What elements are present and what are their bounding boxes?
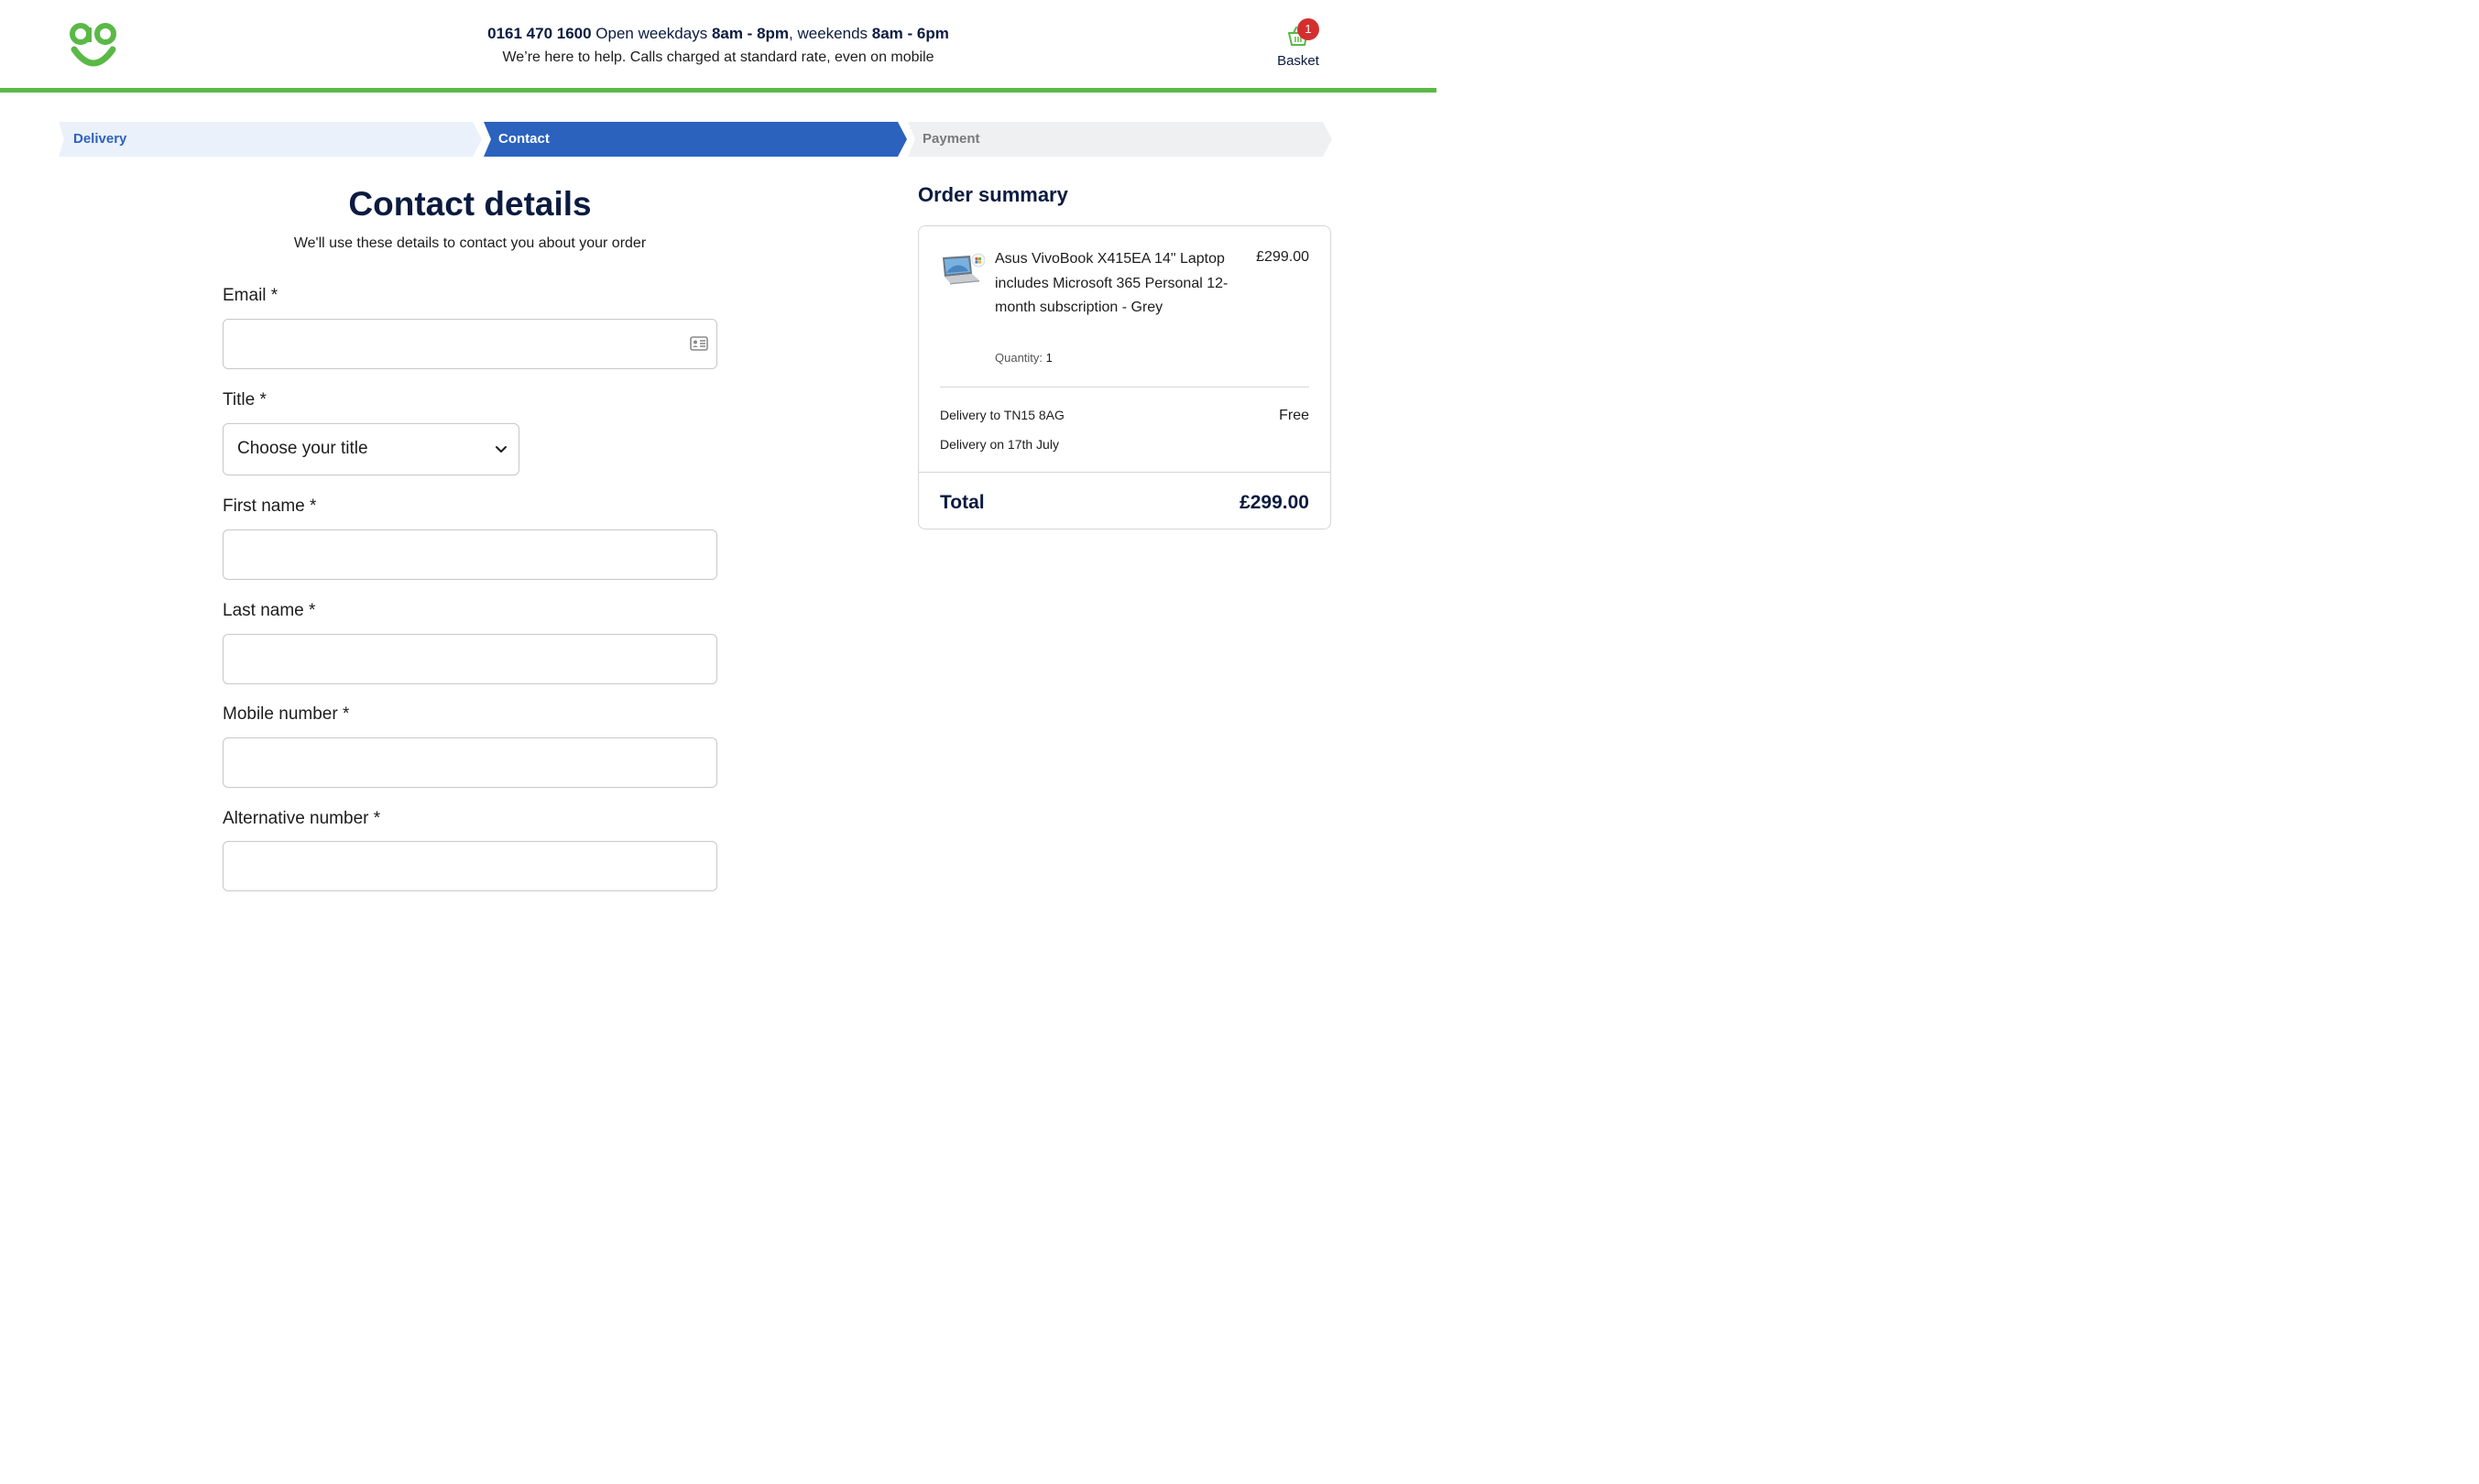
- mobile-number-field[interactable]: [223, 737, 717, 788]
- laptop-thumbnail-icon[interactable]: [939, 252, 985, 287]
- opening-hours: 0161 470 1600 Open weekdays 8am - 8pm, w…: [487, 25, 949, 42]
- total-value: £299.00: [1240, 492, 1309, 513]
- step-payment: Payment: [908, 122, 1332, 157]
- contact-card-icon[interactable]: [690, 335, 708, 352]
- alternative-number-field[interactable]: [223, 841, 717, 891]
- product-price: £299.00: [1256, 249, 1309, 265]
- contact-info: 0161 470 1600 Open weekdays 8am - 8pm, w…: [0, 24, 1436, 68]
- basket-count-badge: 1: [1297, 18, 1319, 40]
- first-name-label: First name *: [223, 496, 317, 516]
- checkout-progress: Delivery Contact Payment: [59, 122, 1332, 157]
- total-label: Total: [940, 492, 985, 513]
- basket-button[interactable]: 1 Basket: [1270, 18, 1327, 73]
- order-summary-heading: Order summary: [918, 183, 1068, 206]
- phone-number[interactable]: 0161 470 1600: [487, 25, 591, 42]
- title-select[interactable]: Choose your title: [223, 423, 519, 475]
- order-summary-card: Asus VivoBook X415EA 14" Laptop includes…: [918, 225, 1331, 529]
- email-label: Email *: [223, 286, 278, 305]
- mobile-number-label: Mobile number *: [223, 704, 350, 724]
- delivery-date: Delivery on 17th July: [940, 437, 1059, 452]
- quantity: Quantity: 1: [995, 351, 1053, 365]
- basket-label: Basket: [1277, 53, 1319, 69]
- help-text: We’re here to help. Calls charged at sta…: [502, 49, 934, 65]
- delivery-postcode: Delivery to TN15 8AG: [940, 408, 1065, 422]
- product-name[interactable]: Asus VivoBook X415EA 14" Laptop includes…: [995, 247, 1233, 321]
- site-header: 0161 470 1600 Open weekdays 8am - 8pm, w…: [0, 0, 1436, 93]
- alternative-number-label: Alternative number *: [223, 809, 381, 828]
- first-name-field[interactable]: [223, 529, 717, 580]
- title-label: Title *: [223, 390, 267, 409]
- page-subtitle: We'll use these details to contact you a…: [293, 235, 647, 251]
- title-select-value: Choose your title: [237, 439, 368, 458]
- delivery-cost: Free: [1279, 408, 1309, 423]
- page-title: Contact details: [348, 185, 592, 223]
- step-contact: Contact: [484, 122, 907, 157]
- email-field[interactable]: [223, 319, 717, 369]
- total-divider: [919, 472, 1330, 473]
- last-name-field[interactable]: [223, 634, 717, 684]
- last-name-label: Last name *: [223, 601, 316, 620]
- step-delivery[interactable]: Delivery: [59, 122, 482, 157]
- chevron-down-icon: [496, 446, 507, 453]
